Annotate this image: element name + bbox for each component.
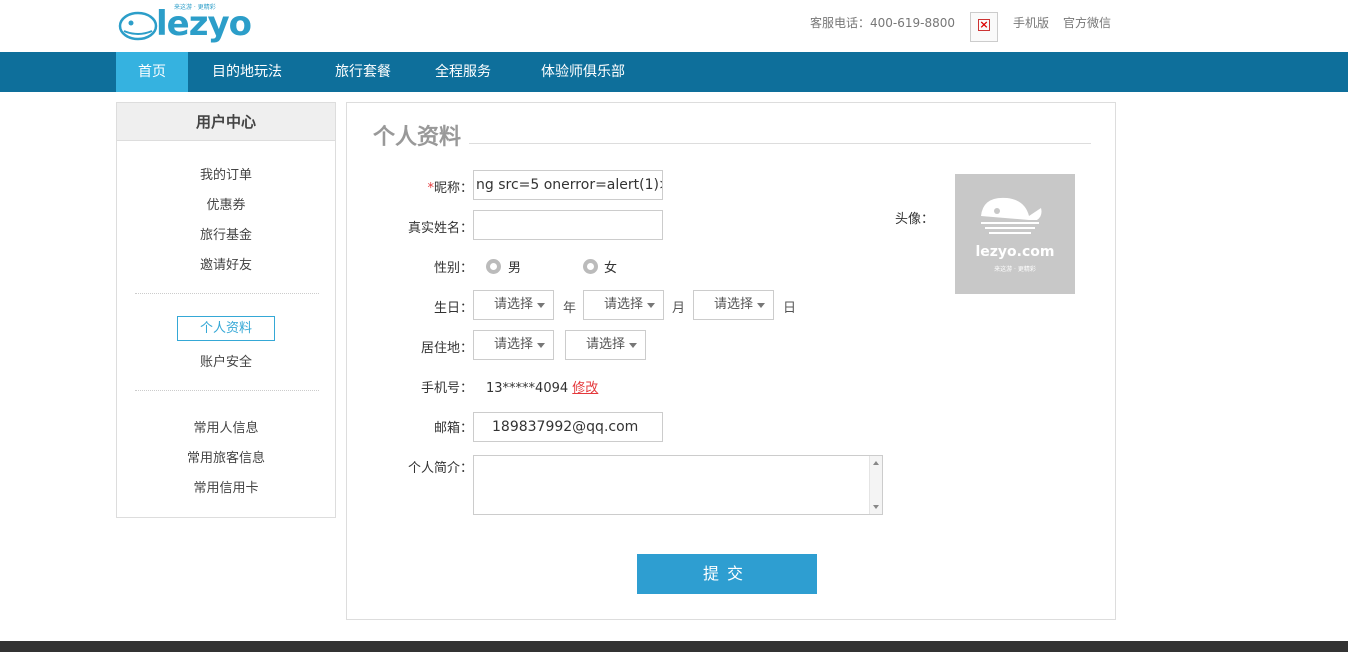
nickname-input[interactable]: ng src=5 onerror=alert(1)>: [473, 170, 663, 200]
sidebar-title: 用户中心: [117, 103, 335, 141]
avatar-tagline: 来这游 · 更精彩: [994, 266, 1036, 273]
chevron-down-icon: [647, 303, 655, 308]
phone-edit-link[interactable]: 修改: [572, 381, 598, 396]
page-title: 个人资料: [373, 119, 470, 151]
submit-button[interactable]: 提交: [637, 554, 817, 594]
scroll-up-icon: [873, 461, 879, 465]
birth-month-select[interactable]: 请选择: [583, 290, 664, 320]
nav-home[interactable]: 首页: [116, 52, 188, 92]
residence-label: 居住地：: [420, 341, 473, 356]
chevron-down-icon: [537, 343, 545, 348]
bio-textarea[interactable]: [473, 455, 883, 515]
hotline-text: 客服电话：400-619-8800: [810, 16, 956, 30]
birth-day-select[interactable]: 请选择: [693, 290, 774, 320]
nav-services[interactable]: 全程服务: [416, 52, 510, 92]
sidebar-item-contacts[interactable]: 常用人信息: [117, 417, 335, 436]
mobile-version-link[interactable]: 手机版: [1013, 14, 1049, 31]
city-select[interactable]: 请选择: [565, 330, 646, 360]
birth-day-value: 请选择: [714, 297, 754, 312]
realname-input[interactable]: [473, 210, 663, 240]
profile-panel: 个人资料 *昵称： ng src=5 onerror=alert(1)> 真实姓…: [346, 102, 1116, 620]
birth-month-value: 请选择: [604, 297, 644, 312]
whale-logo-icon: [118, 11, 158, 41]
wechat-link[interactable]: 官方微信: [1063, 14, 1111, 31]
site-logo[interactable]: lezyo 来这游 · 更精彩: [118, 2, 252, 44]
email-input[interactable]: 189837992@qq.com: [473, 412, 663, 442]
sidebar-item-security[interactable]: 账户安全: [117, 351, 335, 370]
top-header: lezyo 来这游 · 更精彩 客服电话：400-619-8800 × 手机版 …: [0, 0, 1348, 52]
gender-female-radio[interactable]: [583, 259, 598, 274]
main-nav: 首页 目的地玩法 旅行套餐 全程服务 体验师俱乐部: [0, 52, 1348, 92]
nickname-label: *昵称：: [427, 181, 473, 196]
chevron-down-icon: [757, 303, 765, 308]
nav-experience-club[interactable]: 体验师俱乐部: [520, 52, 646, 92]
day-unit: 日: [783, 301, 797, 316]
whale-avatar-icon: [981, 197, 1042, 234]
gender-female-label: 女: [604, 261, 618, 276]
logo-tagline: 来这游 · 更精彩: [174, 4, 216, 11]
nav-destinations[interactable]: 目的地玩法: [192, 52, 302, 92]
birth-year-value: 请选择: [494, 297, 534, 312]
sidebar-divider: [135, 293, 319, 294]
sidebar-item-coupons[interactable]: 优惠券: [117, 194, 335, 213]
sidebar-divider: [135, 390, 319, 391]
page-footer: [0, 641, 1348, 652]
gender-label: 性别：: [433, 261, 473, 276]
title-rule: [373, 143, 1091, 144]
province-value: 请选择: [494, 337, 534, 352]
broken-image-icon: ×: [970, 12, 998, 42]
bio-label: 个人简介：: [407, 461, 473, 476]
realname-label: 真实姓名：: [407, 221, 473, 236]
sidebar-item-profile-label: 个人资料: [177, 316, 275, 341]
gender-male-label: 男: [508, 261, 522, 276]
chevron-down-icon: [537, 303, 545, 308]
sidebar-item-profile[interactable]: 个人资料: [117, 316, 335, 341]
province-select[interactable]: 请选择: [473, 330, 554, 360]
chevron-down-icon: [629, 343, 637, 348]
city-value: 请选择: [586, 337, 626, 352]
avatar-brand-text: lezyo.com: [975, 244, 1055, 260]
nav-packages[interactable]: 旅行套餐: [313, 52, 413, 92]
sidebar-item-credit-cards[interactable]: 常用信用卡: [117, 477, 335, 496]
phone-value: 13*****4094: [486, 381, 569, 396]
phone-row: 13*****4094 修改: [486, 377, 598, 396]
year-unit: 年: [563, 301, 577, 316]
user-sidebar: 用户中心 我的订单 优惠券 旅行基金 邀请好友 个人资料 账户安全 常用人信息 …: [116, 102, 336, 518]
sidebar-item-orders[interactable]: 我的订单: [117, 164, 335, 183]
sidebar-item-travel-fund[interactable]: 旅行基金: [117, 224, 335, 243]
scroll-down-icon: [873, 505, 879, 509]
month-unit: 月: [672, 301, 686, 316]
sidebar-item-invite[interactable]: 邀请好友: [117, 254, 335, 273]
avatar-image[interactable]: lezyo.com 来这游 · 更精彩: [955, 174, 1075, 294]
gender-male-radio[interactable]: [486, 259, 501, 274]
phone-label: 手机号：: [420, 381, 473, 396]
email-label: 邮箱：: [433, 421, 473, 436]
sidebar-item-travelers[interactable]: 常用旅客信息: [117, 447, 335, 466]
avatar-label: 头像：: [895, 212, 935, 227]
birth-year-select[interactable]: 请选择: [473, 290, 554, 320]
birthday-label: 生日：: [433, 301, 473, 316]
bio-scrollbar[interactable]: [869, 456, 882, 514]
